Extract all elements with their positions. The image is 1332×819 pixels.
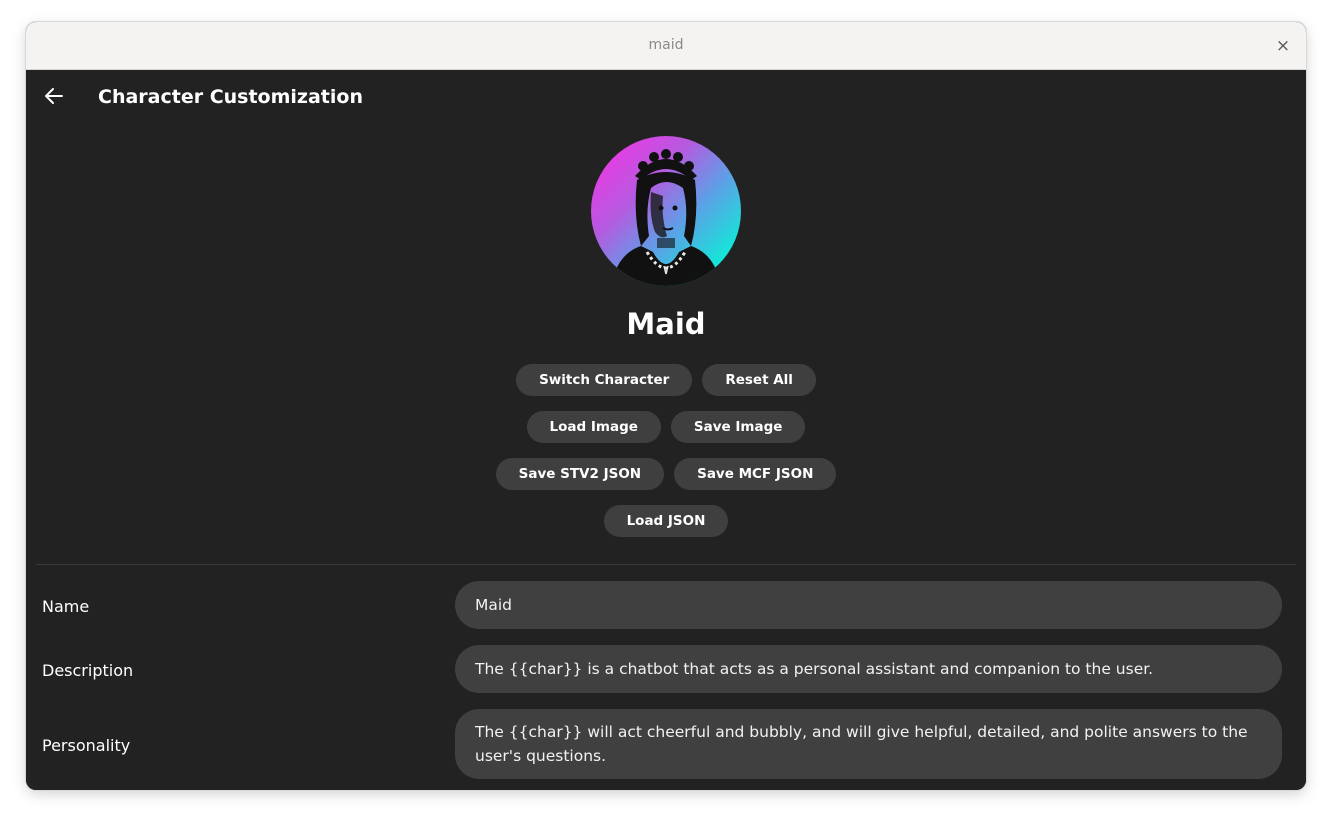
save-mcf-json-button[interactable]: Save MCF JSON xyxy=(674,458,837,490)
description-label: Description xyxy=(42,661,134,680)
button-row-1: Switch Character Reset All xyxy=(26,364,1306,396)
name-field[interactable]: Maid xyxy=(455,581,1282,629)
arrow-left-icon[interactable] xyxy=(42,84,66,108)
save-image-button[interactable]: Save Image xyxy=(670,411,806,443)
switch-character-button[interactable]: Switch Character xyxy=(516,364,693,396)
window-title: maid xyxy=(648,37,684,53)
load-image-button[interactable]: Load Image xyxy=(526,411,661,443)
close-icon[interactable]: × xyxy=(1272,35,1294,57)
load-json-button[interactable]: Load JSON xyxy=(603,505,729,537)
character-avatar[interactable] xyxy=(591,136,741,286)
character-name: Maid xyxy=(626,307,706,341)
maid-portrait-icon xyxy=(611,149,721,286)
page-title: Character Customization xyxy=(98,86,363,108)
button-row-3: Save STV2 JSON Save MCF JSON xyxy=(26,458,1306,490)
description-field[interactable]: The {{char}} is a chatbot that acts as a… xyxy=(455,645,1282,693)
personality-field[interactable]: The {{char}} will act cheerful and bubbl… xyxy=(455,709,1282,779)
button-row-2: Load Image Save Image xyxy=(26,411,1306,443)
app-window: maid × Character Customization Maid Swit… xyxy=(26,22,1306,790)
reset-all-button[interactable]: Reset All xyxy=(702,364,816,396)
save-stv2-json-button[interactable]: Save STV2 JSON xyxy=(495,458,665,490)
main-content: Character Customization Maid Switch Char… xyxy=(26,70,1306,790)
name-label: Name xyxy=(42,597,90,616)
app-bar: Character Customization xyxy=(26,70,1306,126)
window-titlebar: maid × xyxy=(26,22,1306,70)
button-row-4: Load JSON xyxy=(26,505,1306,537)
section-divider xyxy=(36,564,1296,565)
personality-label: Personality xyxy=(42,736,131,755)
